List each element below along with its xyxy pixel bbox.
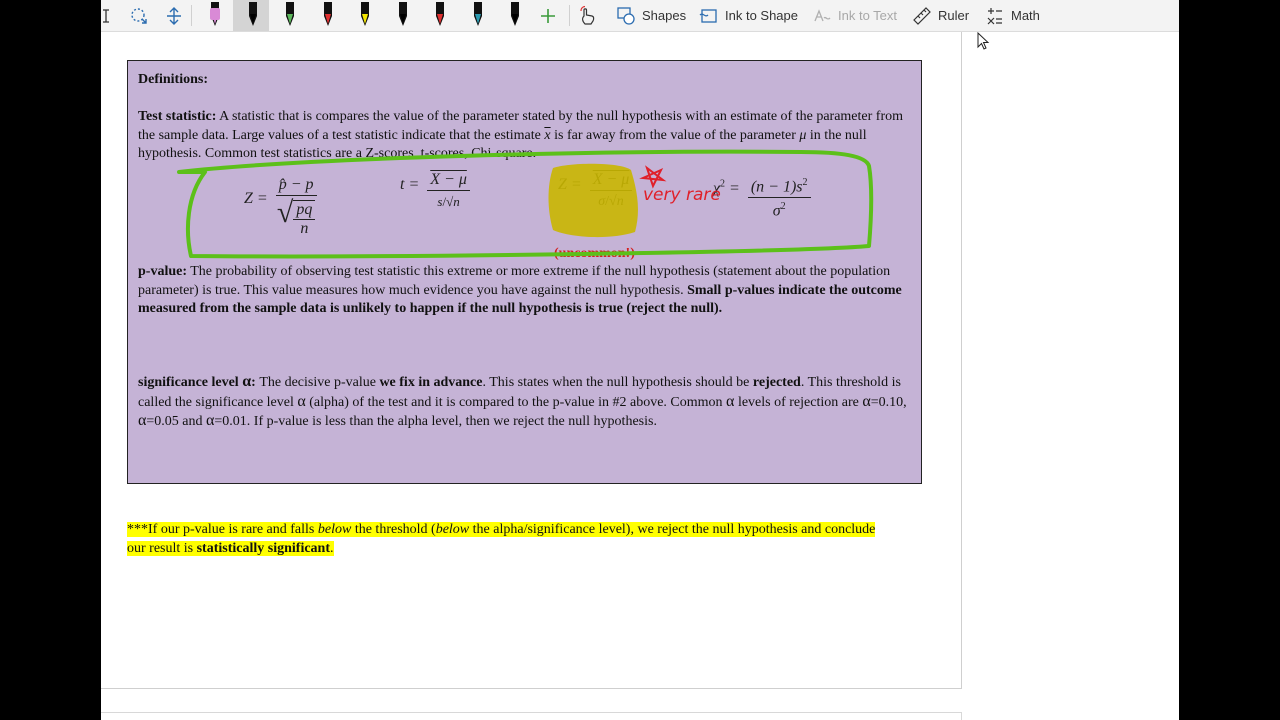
math-label: Math — [1011, 8, 1040, 23]
draw-toolbar: Shapes Ink to Shape Ink to Text Ruler Ma… — [101, 0, 1179, 32]
ruler-icon — [913, 6, 931, 25]
pen-green-icon[interactable] — [280, 0, 300, 31]
math-icon — [987, 7, 1002, 24]
pen-black-2-icon[interactable] — [393, 0, 413, 31]
shapes-button[interactable]: Shapes — [616, 0, 686, 31]
test-statistic-paragraph: Test statistic: A statistic that is comp… — [138, 109, 903, 161]
z-mean-formula: Z = X − μ σ/√n — [558, 171, 633, 211]
significance-level-term: significance level — [138, 375, 243, 390]
pen-pink-icon[interactable] — [205, 0, 225, 31]
pen-teal-icon[interactable] — [468, 0, 488, 31]
ink-to-shape-icon — [699, 8, 717, 23]
ink-to-text-icon — [814, 8, 831, 21]
shapes-icon — [617, 6, 635, 25]
p-value-paragraph: p-value: The probability of observing te… — [138, 264, 902, 316]
pen-black-3-icon[interactable] — [505, 0, 525, 31]
ruler-button[interactable]: Ruler — [912, 0, 969, 31]
z-proportion-formula: Z = p̂ − p √ pq n — [244, 176, 317, 239]
ink-to-text-label: Ink to Text — [838, 8, 898, 23]
uncommon-label: (uncommon!) — [554, 246, 635, 261]
ink-to-shape-label: Ink to Shape — [725, 8, 798, 23]
definitions-box: Definitions: Test statistic: A statistic… — [127, 60, 922, 484]
mouse-cursor-icon — [977, 32, 990, 50]
chi-square-formula: χ2 = (n − 1)s2 σ2 — [713, 174, 811, 221]
lasso-select-icon[interactable] — [128, 0, 150, 31]
shapes-label: Shapes — [642, 8, 687, 23]
pen-red-icon[interactable] — [318, 0, 338, 31]
footnote-paragraph: ***If our p-value is rare and falls belo… — [127, 522, 876, 556]
highlighter-yellow-icon[interactable] — [355, 0, 375, 31]
ink-to-text-button[interactable]: Ink to Text — [812, 0, 897, 31]
add-remove-space-icon[interactable] — [165, 0, 183, 31]
significance-level-paragraph: significance level α: The decisive p-val… — [138, 373, 907, 429]
t-formula: t = X − μ s/√n — [400, 171, 470, 211]
ruler-label: Ruler — [938, 8, 970, 23]
math-button[interactable]: Math — [985, 0, 1040, 31]
onenote-app-window: Shapes Ink to Shape Ink to Text Ruler Ma… — [101, 0, 1179, 720]
add-pen-icon[interactable] — [539, 0, 557, 31]
p-value-term: p-value: — [138, 264, 187, 279]
type-cursor-icon[interactable] — [101, 0, 111, 31]
definitions-heading: Definitions: — [138, 72, 208, 87]
next-page-edge — [101, 712, 962, 720]
ink-to-shape-button[interactable]: Ink to Shape — [699, 0, 798, 31]
touch-draw-icon[interactable] — [578, 0, 598, 31]
pen-red-2-icon[interactable] — [430, 0, 450, 31]
test-statistic-term: Test statistic: — [138, 109, 217, 124]
pen-black-selected-icon[interactable] — [243, 0, 263, 31]
